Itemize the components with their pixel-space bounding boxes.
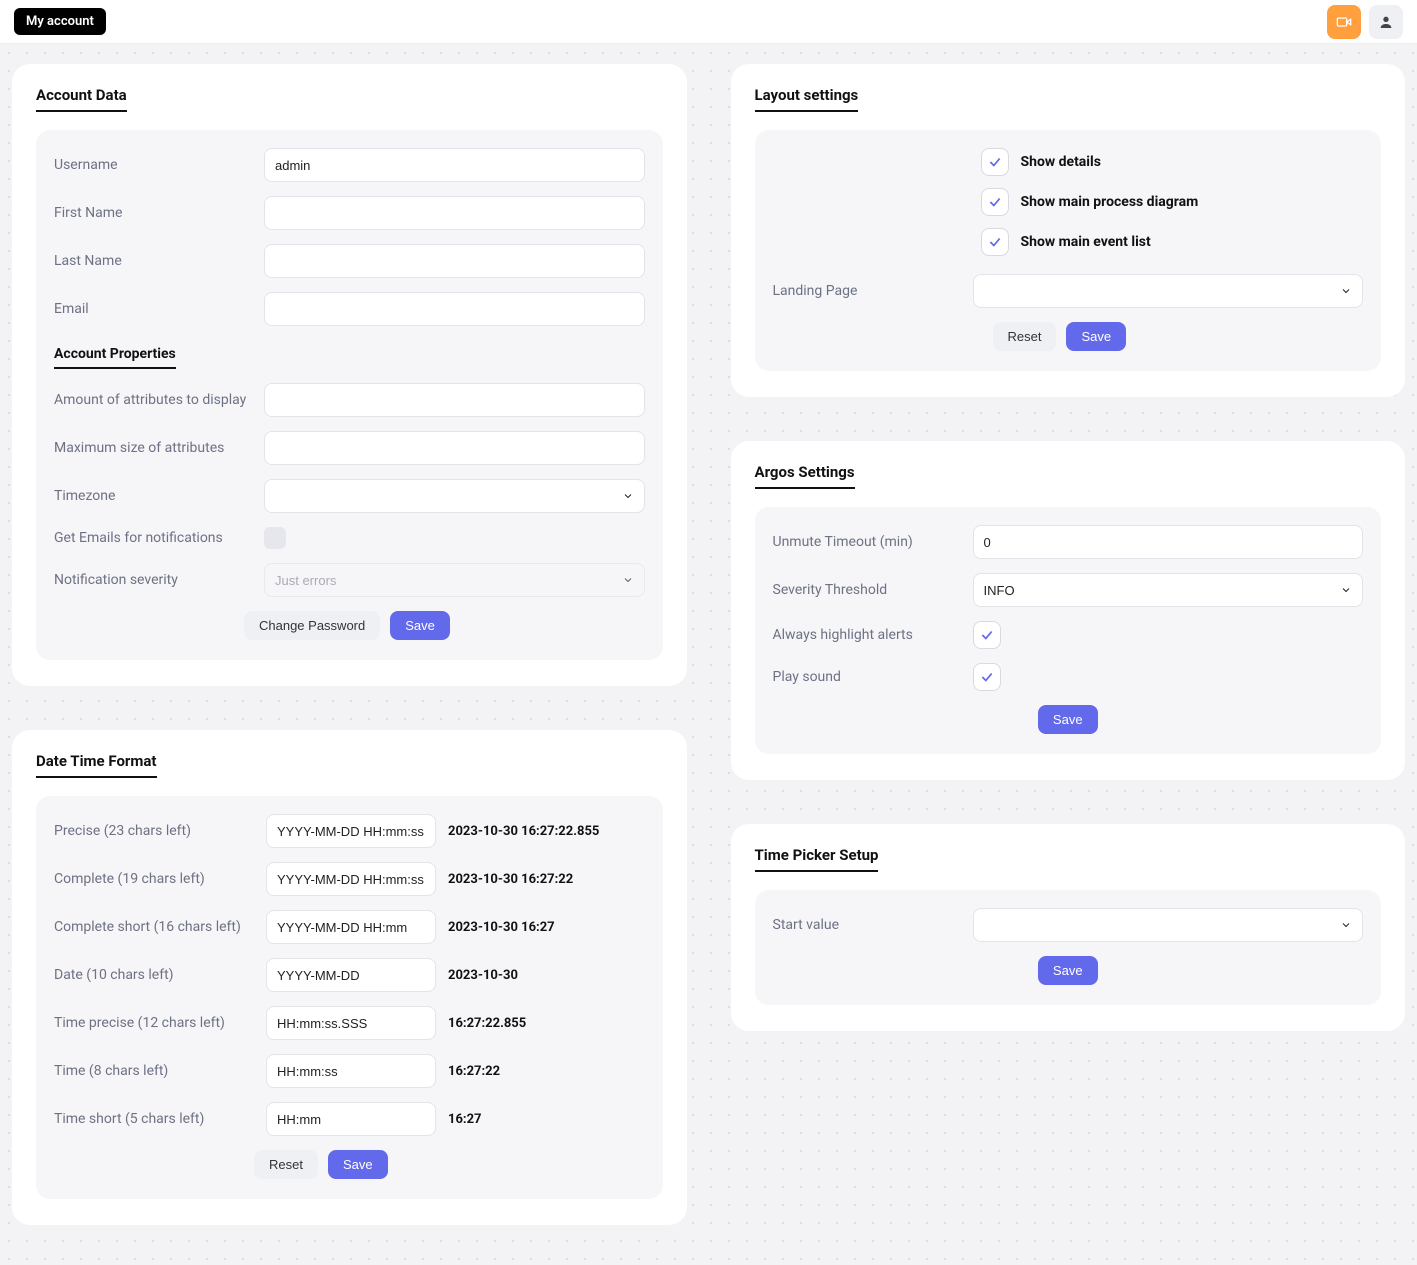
username-label: Username	[54, 157, 264, 173]
dt-time-precise-example: 16:27:22.855	[448, 1016, 526, 1031]
highlight-checkbox[interactable]	[973, 621, 1001, 649]
show-eventlist-label: Show main event list	[1021, 234, 1151, 250]
check-icon	[988, 195, 1002, 209]
show-details-label: Show details	[1021, 154, 1101, 170]
check-icon	[980, 628, 994, 642]
landing-select[interactable]	[973, 274, 1364, 308]
timezone-label: Timezone	[54, 488, 264, 504]
dt-complete-short-label: Complete short (16 chars left)	[54, 919, 254, 935]
page-pill: My account	[14, 8, 106, 35]
layout-reset-button[interactable]: Reset	[993, 322, 1057, 351]
dt-complete-short-example: 2023-10-30 16:27	[448, 920, 555, 935]
datetime-title: Date Time Format	[36, 752, 157, 778]
user-icon	[1378, 14, 1394, 30]
unmute-label: Unmute Timeout (min)	[773, 534, 973, 550]
get-emails-label: Get Emails for notifications	[54, 530, 264, 546]
video-icon-button[interactable]	[1327, 5, 1361, 39]
unmute-input[interactable]	[973, 525, 1364, 559]
account-data-title: Account Data	[36, 86, 127, 112]
dt-complete-example: 2023-10-30 16:27:22	[448, 872, 573, 887]
attr-display-input[interactable]	[264, 383, 645, 417]
dt-precise-label: Precise (23 chars left)	[54, 823, 254, 839]
show-details-checkbox[interactable]	[981, 148, 1009, 176]
firstname-label: First Name	[54, 205, 264, 221]
topbar-actions	[1327, 5, 1403, 39]
layout-settings-card: Layout settings Show details Show main p…	[731, 64, 1406, 397]
datetime-reset-button[interactable]: Reset	[254, 1150, 318, 1179]
datetime-card: Date Time Format Precise (23 chars left)…	[12, 730, 687, 1225]
argos-title: Argos Settings	[755, 463, 855, 489]
topbar: My account	[0, 0, 1417, 44]
show-diagram-checkbox[interactable]	[981, 188, 1009, 216]
check-icon	[988, 235, 1002, 249]
video-icon	[1336, 14, 1352, 30]
notif-sev-select: Just errors	[264, 563, 645, 597]
dt-complete-label: Complete (19 chars left)	[54, 871, 254, 887]
change-password-button[interactable]: Change Password	[244, 611, 380, 640]
argos-settings-card: Argos Settings Unmute Timeout (min) Seve…	[731, 441, 1406, 780]
dt-time-precise-label: Time precise (12 chars left)	[54, 1015, 254, 1031]
timepicker-card: Time Picker Setup Start value Save	[731, 824, 1406, 1031]
max-size-label: Maximum size of attributes	[54, 440, 264, 456]
dt-date-example: 2023-10-30	[448, 968, 518, 983]
playsound-checkbox[interactable]	[973, 663, 1001, 691]
firstname-input[interactable]	[264, 196, 645, 230]
check-icon	[988, 155, 1002, 169]
dt-precise-example: 2023-10-30 16:27:22.855	[448, 824, 599, 839]
show-eventlist-checkbox[interactable]	[981, 228, 1009, 256]
start-value-label: Start value	[773, 917, 973, 933]
workspace: Account Data Username First Name Last Na…	[0, 44, 1417, 1265]
notif-sev-label: Notification severity	[54, 572, 264, 588]
email-label: Email	[54, 301, 264, 317]
landing-label: Landing Page	[773, 283, 973, 299]
highlight-label: Always highlight alerts	[773, 627, 973, 643]
dt-time-input[interactable]	[266, 1054, 436, 1088]
layout-save-button[interactable]: Save	[1066, 322, 1126, 351]
severity-label: Severity Threshold	[773, 582, 973, 598]
user-menu-button[interactable]	[1369, 5, 1403, 39]
dt-time-short-input[interactable]	[266, 1102, 436, 1136]
email-input[interactable]	[264, 292, 645, 326]
show-diagram-label: Show main process diagram	[1021, 194, 1199, 210]
account-data-card: Account Data Username First Name Last Na…	[12, 64, 687, 686]
dt-precise-input[interactable]	[266, 814, 436, 848]
timepicker-save-button[interactable]: Save	[1038, 956, 1098, 985]
account-properties-title: Account Properties	[54, 346, 176, 369]
attr-display-label: Amount of attributes to display	[54, 392, 264, 408]
severity-select[interactable]: INFO	[973, 573, 1364, 607]
start-value-select[interactable]	[973, 908, 1364, 942]
max-size-input[interactable]	[264, 431, 645, 465]
username-input[interactable]	[264, 148, 645, 182]
dt-date-label: Date (10 chars left)	[54, 967, 254, 983]
dt-time-short-example: 16:27	[448, 1112, 482, 1127]
dt-complete-input[interactable]	[266, 862, 436, 896]
timepicker-title: Time Picker Setup	[755, 846, 879, 872]
get-emails-toggle[interactable]	[264, 527, 286, 549]
timezone-select[interactable]	[264, 479, 645, 513]
dt-date-input[interactable]	[266, 958, 436, 992]
argos-save-button[interactable]: Save	[1038, 705, 1098, 734]
datetime-save-button[interactable]: Save	[328, 1150, 388, 1179]
check-icon	[980, 670, 994, 684]
lastname-input[interactable]	[264, 244, 645, 278]
account-save-button[interactable]: Save	[390, 611, 450, 640]
playsound-label: Play sound	[773, 669, 973, 685]
dt-complete-short-input[interactable]	[266, 910, 436, 944]
layout-title: Layout settings	[755, 86, 859, 112]
dt-time-label: Time (8 chars left)	[54, 1063, 254, 1079]
lastname-label: Last Name	[54, 253, 264, 269]
dt-time-example: 16:27:22	[448, 1064, 500, 1079]
dt-time-precise-input[interactable]	[266, 1006, 436, 1040]
dt-time-short-label: Time short (5 chars left)	[54, 1111, 254, 1127]
